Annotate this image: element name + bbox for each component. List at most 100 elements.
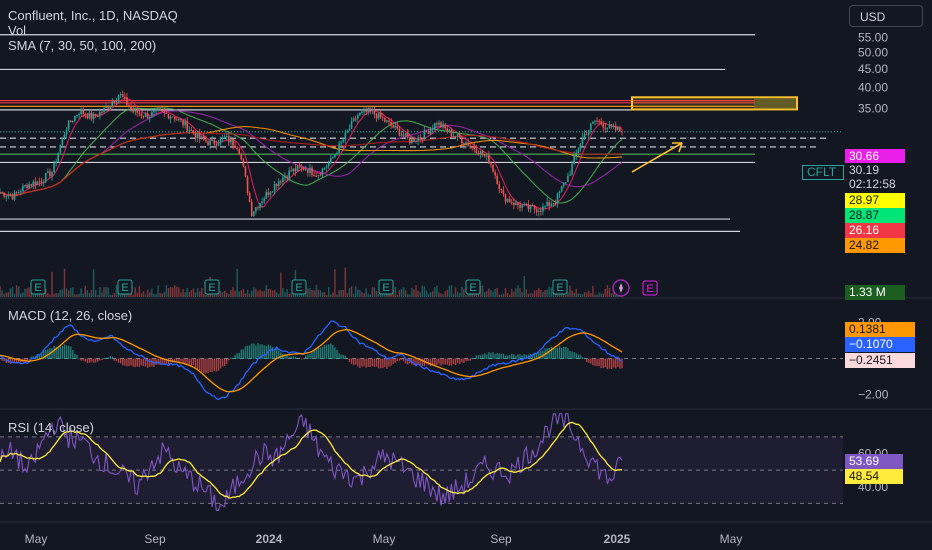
macd-title[interactable]: MACD (12, 26, close) [8,308,132,324]
volume-bar [465,294,467,297]
macd-histogram-bar [325,344,328,359]
candle-body [604,127,607,129]
candle-body [84,113,87,116]
macd-histogram-bar [315,348,317,359]
candle-body [7,195,10,197]
macd-histogram-bar [446,358,448,365]
volume-bar [325,294,328,297]
volume-bar [496,288,498,297]
price-tag: 26.16 [845,223,905,238]
macd-histogram-bar [53,345,55,359]
volume-bar [153,293,155,297]
volume-bar [400,289,403,297]
candle-body [508,198,511,203]
candle-body [207,141,209,145]
candle-body [523,203,526,206]
candle-body [269,192,272,195]
macd-histogram-bar [348,358,351,362]
macd-histogram-bar [130,358,132,366]
macd-histogram-bar [461,358,463,363]
candle-body [413,138,415,142]
volume-bar [421,285,423,297]
volume-bar [313,290,315,297]
vol-indicator-label[interactable]: Vol [8,23,26,39]
macd-histogram-bar [99,358,101,361]
candle-body [55,161,57,164]
macd-histogram-bar [452,358,455,365]
sma-indicator-label[interactable]: SMA (7, 30, 50, 100, 200) [8,38,156,54]
macd-histogram-bar [0,358,1,359]
candle-body [136,109,139,113]
candle-body [44,173,47,182]
macd-histogram-bar [257,343,259,359]
volume-bar [157,285,159,297]
macd-histogram-bar [338,353,340,359]
macd-histogram-bar [234,355,236,359]
volume-bar [359,289,361,297]
macd-histogram-bar [429,358,432,367]
candle-body [74,115,76,122]
earnings-marker-label: E [556,282,563,294]
volume-bar [583,292,586,297]
volume-bar [22,292,24,297]
candle-body [124,96,126,98]
macd-histogram-bar [103,358,105,359]
candle-body [211,140,213,142]
candle-body [340,141,342,144]
macd-histogram-bar [196,358,199,370]
candle-body [363,109,365,112]
volume-bar [103,287,105,297]
candle-body [404,133,407,136]
rsi-title[interactable]: RSI (14, close) [8,420,94,436]
volume-bar [269,289,272,297]
volume-bar [527,293,530,297]
candle-body [421,138,424,140]
volume-bar [434,287,436,297]
volume-bar [413,289,415,297]
candle-body [619,127,621,132]
volume-bar [221,292,224,297]
volume-bar [533,290,536,297]
macd-histogram-bar [517,354,519,359]
volume-bar [377,293,380,297]
macd-histogram-bar [309,353,311,359]
volume-bar [606,285,609,297]
earnings-marker-upcoming-label: E [646,283,653,295]
volume-bar [357,289,359,297]
volume-bar [404,290,407,297]
macd-histogram-bar [184,358,186,364]
volume-bar [161,293,163,297]
price-tag: 30.19 [845,163,905,178]
earnings-marker-label: E [208,282,215,294]
chart-title[interactable]: Confluent, Inc., 1D, NASDAQ [8,8,178,24]
macd-histogram-bar [352,358,355,366]
volume-bar [53,293,55,297]
macd-histogram-bar [327,344,330,359]
macd-histogram-bar [57,346,59,359]
volume-bar [481,285,484,297]
macd-histogram-bar [617,358,619,367]
candle-body [469,145,471,147]
macd-histogram-bar [246,345,249,359]
candle-body [244,166,247,177]
volume-bar [296,294,299,297]
volume-bar [180,292,182,297]
volume-bar [72,287,74,297]
volume-bar [169,286,172,297]
macd-histogram-bar [488,352,490,359]
macd-histogram-bar [142,358,145,366]
macd-histogram-bar [540,351,542,359]
candle-body [311,167,313,175]
volume-bar [188,291,191,297]
macd-histogram-bar [109,356,111,359]
candle-body [384,118,386,122]
macd-histogram-bar [72,349,74,359]
price-tag: 28.97 [845,193,905,208]
volume-bar [438,292,440,297]
candle-body [9,195,12,197]
volume-bar [440,293,442,297]
chart-canvas[interactable]: EEEEEEEE 55.0050.0045.0040.0035.0015.002… [0,0,932,550]
currency-button[interactable]: USD [849,5,923,27]
macd-histogram-bar [463,358,465,363]
volume-bar [201,288,203,297]
